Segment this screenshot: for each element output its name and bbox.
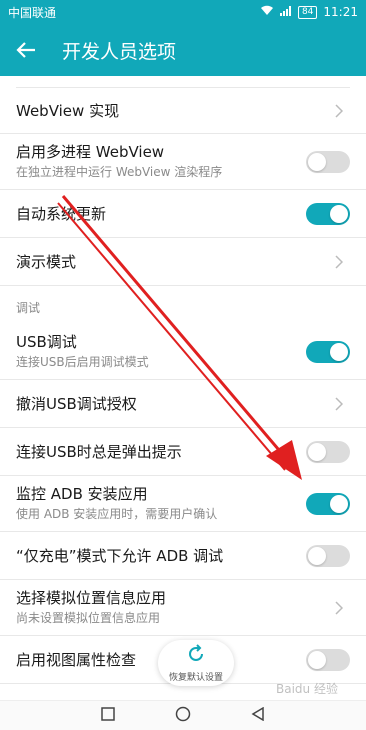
battery-icon: 84 [297,5,318,19]
charge-only-adb-toggle[interactable] [306,544,350,567]
system-nav-bar [0,700,366,730]
row-title: 选择模拟位置信息应用 [16,589,167,607]
clock: 11:21 [323,5,358,19]
refresh-icon [186,643,206,668]
auto-system-update-toggle[interactable] [306,202,350,225]
row-subtitle: 尚未设置模拟位置信息应用 [16,611,161,625]
chevron-right-icon [334,599,344,617]
row-multiprocess-webview[interactable]: 启用多进程 WebView 在独立进程中运行 WebView 渲染程序 [0,134,366,190]
view-attr-inspect-toggle[interactable] [306,648,350,671]
row-subtitle: 使用 ADB 安装应用时，需要用户确认 [16,507,218,521]
restore-defaults-button[interactable]: 恢复默认设置 [158,640,234,686]
row-charge-only-adb[interactable]: “仅充电”模式下允许 ADB 调试 [0,532,366,580]
row-auto-system-update[interactable]: 自动系统更新 [0,190,366,238]
row-webview-impl[interactable]: WebView 实现 [0,88,366,134]
row-demo-mode[interactable]: 演示模式 [0,238,366,286]
restore-defaults-label: 恢复默认设置 [168,672,223,683]
row-title: USB调试 [16,333,77,351]
back-arrow-icon[interactable] [14,38,38,62]
home-icon[interactable] [175,706,191,726]
status-bar: 中国联通 84 11:21 [0,0,366,24]
chevron-right-icon [334,253,344,271]
row-title: “仅充电”模式下允许 ADB 调试 [16,546,224,565]
row-mock-location-app[interactable]: 选择模拟位置信息应用 尚未设置模拟位置信息应用 [0,580,366,636]
row-title: 自动系统更新 [16,204,107,223]
list-top-divider [16,76,350,88]
usb-debugging-toggle[interactable] [306,340,350,363]
back-icon[interactable] [251,706,265,725]
usb-prompt-toggle[interactable] [306,440,350,463]
watermark: Baidu 经验 [276,682,338,696]
row-title: 启用多进程 WebView [16,143,165,161]
carrier-label: 中国联通 [8,5,57,20]
row-adb-install-monitor[interactable]: 监控 ADB 安装应用 使用 ADB 安装应用时，需要用户确认 [0,476,366,532]
chevron-right-icon [334,395,344,413]
row-title: 监控 ADB 安装应用 [16,485,148,503]
row-usb-prompt[interactable]: 连接USB时总是弹出提示 [0,428,366,476]
settings-list: WebView 实现 启用多进程 WebView 在独立进程中运行 WebVie… [0,76,366,690]
section-header-debug: 调试 [16,301,41,315]
top-bar: 中国联通 84 11:21 开发人员选项 [0,0,366,76]
multiprocess-webview-toggle[interactable] [306,150,350,173]
signal-icon [279,5,292,19]
row-title: 演示模式 [16,252,77,271]
row-revoke-usb-auth[interactable]: 撤消USB调试授权 [0,380,366,428]
row-title: 连接USB时总是弹出提示 [16,442,182,461]
recents-icon[interactable] [101,706,115,725]
page-title: 开发人员选项 [62,40,177,63]
app-bar: 开发人员选项 [0,24,366,76]
row-subtitle: 在独立进程中运行 WebView 渲染程序 [16,165,223,179]
row-usb-debugging[interactable]: USB调试 连接USB后启用调试模式 [0,324,366,380]
row-title: 撤消USB调试授权 [16,394,137,413]
wifi-icon [260,5,274,19]
row-title: WebView 实现 [16,101,120,120]
adb-install-monitor-toggle[interactable] [306,492,350,515]
chevron-right-icon [334,102,344,120]
row-subtitle: 连接USB后启用调试模式 [16,355,149,369]
